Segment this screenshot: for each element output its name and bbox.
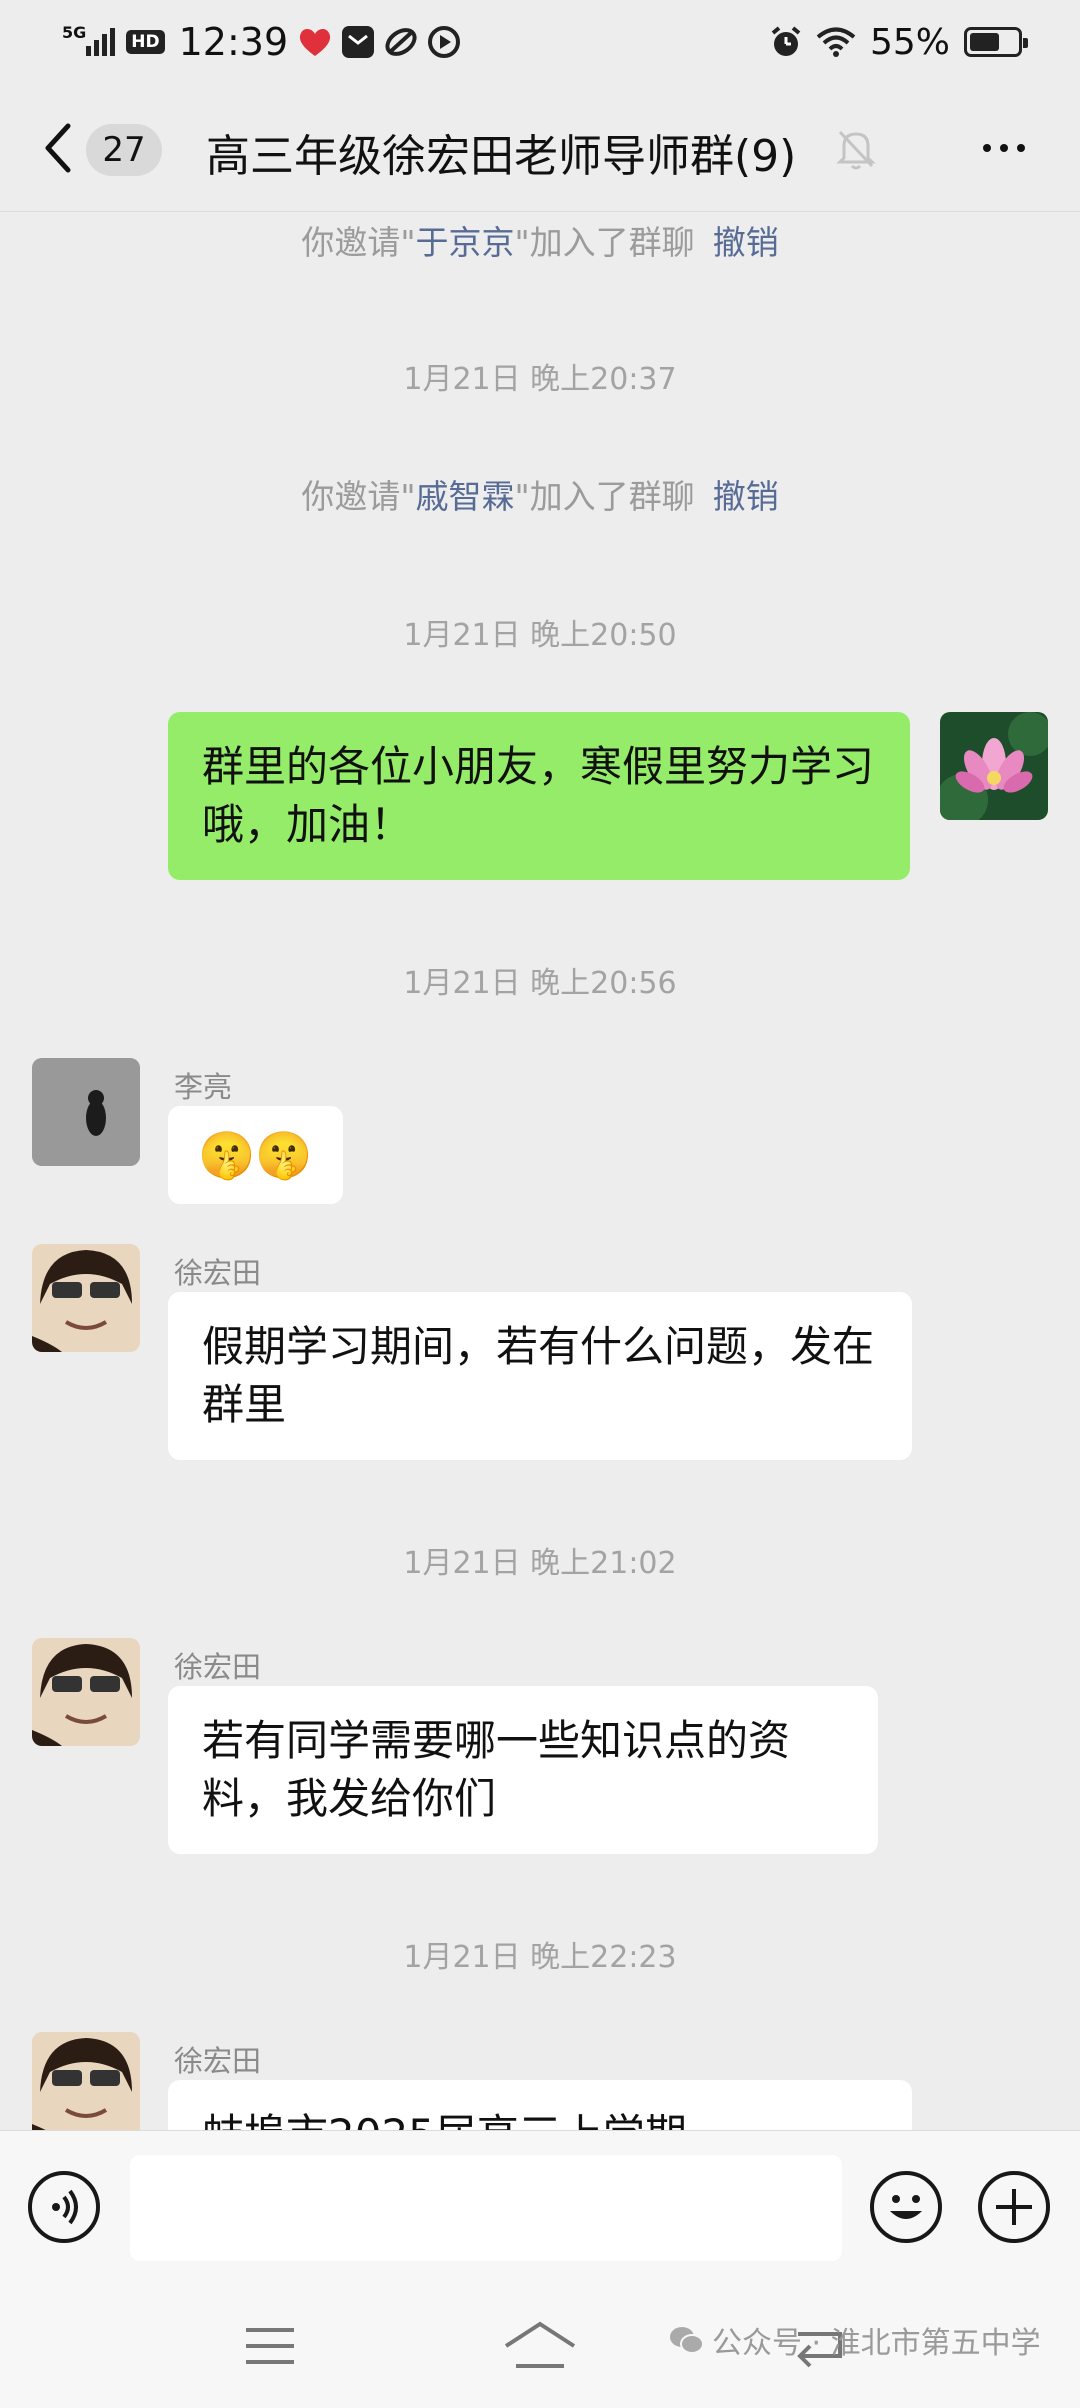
message-input[interactable]: [130, 2155, 842, 2261]
wifi-icon: [816, 26, 856, 58]
message-bubble[interactable]: 假期学习期间，若有什么问题，发在群里: [168, 1292, 912, 1460]
member-avatar-xuhongtian[interactable]: [32, 1638, 140, 1746]
timestamp: 1月21日 晚上21:02: [403, 1546, 677, 1581]
system-message-invite: 你邀请"于京京"加入了群聊 撤销: [0, 216, 1080, 264]
message-bubble[interactable]: 若有同学需要哪一些知识点的资料，我发给你们: [168, 1686, 878, 1854]
plus-icon: [996, 2189, 1032, 2225]
portrait-avatar-image: [32, 2032, 140, 2130]
timestamp: 1月21日 晚上20:56: [403, 966, 677, 1001]
sender-name: 徐宏田: [174, 1650, 262, 1684]
member-avatar-liliang[interactable]: [32, 1058, 140, 1166]
watermark-text: 公众号 · 淮北市第五中学: [712, 2326, 1041, 2361]
timestamp: 1月21日 晚上20:50: [403, 618, 677, 653]
signal-icon: 5G: [62, 23, 116, 56]
unread-count-badge[interactable]: 27: [86, 124, 162, 176]
undo-invite-link[interactable]: 撤销: [713, 477, 779, 516]
menu-nav-button[interactable]: [240, 2316, 300, 2376]
sender-name: 李亮: [174, 1070, 233, 1104]
back-button[interactable]: [40, 122, 80, 174]
mail-app-icon: [342, 26, 375, 58]
invitee-name[interactable]: 于京京: [416, 223, 515, 262]
member-avatar-xuhongtian[interactable]: [32, 2032, 140, 2130]
system-text: "加入了群聊: [514, 477, 695, 516]
battery-level: [970, 33, 999, 51]
more-dot: [983, 144, 991, 152]
voice-icon: [52, 2189, 78, 2225]
chat-title: 高三年级徐宏田老师导师群(9): [206, 131, 797, 182]
system-text: "加入了群聊: [514, 223, 695, 262]
self-avatar[interactable]: [940, 712, 1048, 820]
sender-name: 徐宏田: [174, 1256, 262, 1290]
message-list[interactable]: 你邀请"于京京"加入了群聊 撤销 1月21日 晚上20:37 你邀请"戚智霖"加入…: [0, 212, 1080, 2130]
clock: 12:39: [178, 20, 289, 64]
wechat-logo-icon: [670, 2327, 704, 2354]
timestamp: 1月21日 晚上22:23: [403, 1940, 677, 1975]
smiley-icon: [890, 2195, 922, 2219]
cat-avatar-image: [32, 1058, 140, 1166]
heart-app-icon: [298, 26, 332, 58]
emoji-button[interactable]: [870, 2171, 942, 2243]
more-functions-button[interactable]: [978, 2171, 1050, 2243]
chat-header: 27 高三年级徐宏田老师导师群(9): [0, 84, 1080, 212]
battery-icon: [964, 27, 1028, 57]
more-dot: [1000, 144, 1008, 152]
menu-icon: [246, 2328, 294, 2364]
hd-icon: HD: [126, 30, 165, 54]
mute-bell-icon: [834, 126, 878, 170]
input-bar: [0, 2130, 1080, 2282]
message-bubble[interactable]: 🤫🤫: [168, 1106, 343, 1204]
undo-invite-link[interactable]: 撤销: [713, 223, 779, 262]
more-dot: [1017, 144, 1025, 152]
sender-name: 徐宏田: [174, 2044, 262, 2078]
message-bubble[interactable]: 蚌埠市2025届高三上学期: [168, 2080, 912, 2130]
alarm-icon: [770, 26, 802, 58]
home-icon: [504, 2321, 576, 2368]
timestamp: 1月21日 晚上20:37: [403, 362, 677, 397]
system-text: 你邀请": [301, 223, 416, 262]
home-nav-button[interactable]: [502, 2316, 578, 2376]
watermark: 公众号 · 淮北市第五中学: [668, 2318, 1041, 2362]
leaf-app-icon: [384, 26, 418, 58]
message-bubble-self[interactable]: 群里的各位小朋友，寒假里努力学习哦，加油！: [168, 712, 910, 880]
status-bar: 5G HD 12:39 55%: [0, 0, 1080, 84]
status-right: 55%: [770, 21, 1028, 63]
portrait-avatar-image: [32, 1638, 140, 1746]
system-text: 你邀请": [301, 477, 416, 516]
chevron-left-icon: [45, 123, 71, 173]
member-avatar-xuhongtian[interactable]: [32, 1244, 140, 1352]
video-app-icon: [428, 26, 461, 58]
invitee-name[interactable]: 戚智霖: [416, 477, 515, 516]
system-navigation-bar: 公众号 · 淮北市第五中学: [0, 2282, 1080, 2408]
portrait-avatar-image: [32, 1244, 140, 1352]
voice-input-button[interactable]: [28, 2171, 100, 2243]
system-message-invite: 你邀请"戚智霖"加入了群聊 撤销: [0, 470, 1080, 518]
lotus-avatar-image: [940, 712, 1048, 820]
network-type: 5G: [62, 22, 87, 42]
status-left: 5G HD 12:39: [62, 20, 461, 64]
more-options-button[interactable]: [974, 126, 1034, 170]
battery-percent: 55%: [869, 21, 950, 63]
